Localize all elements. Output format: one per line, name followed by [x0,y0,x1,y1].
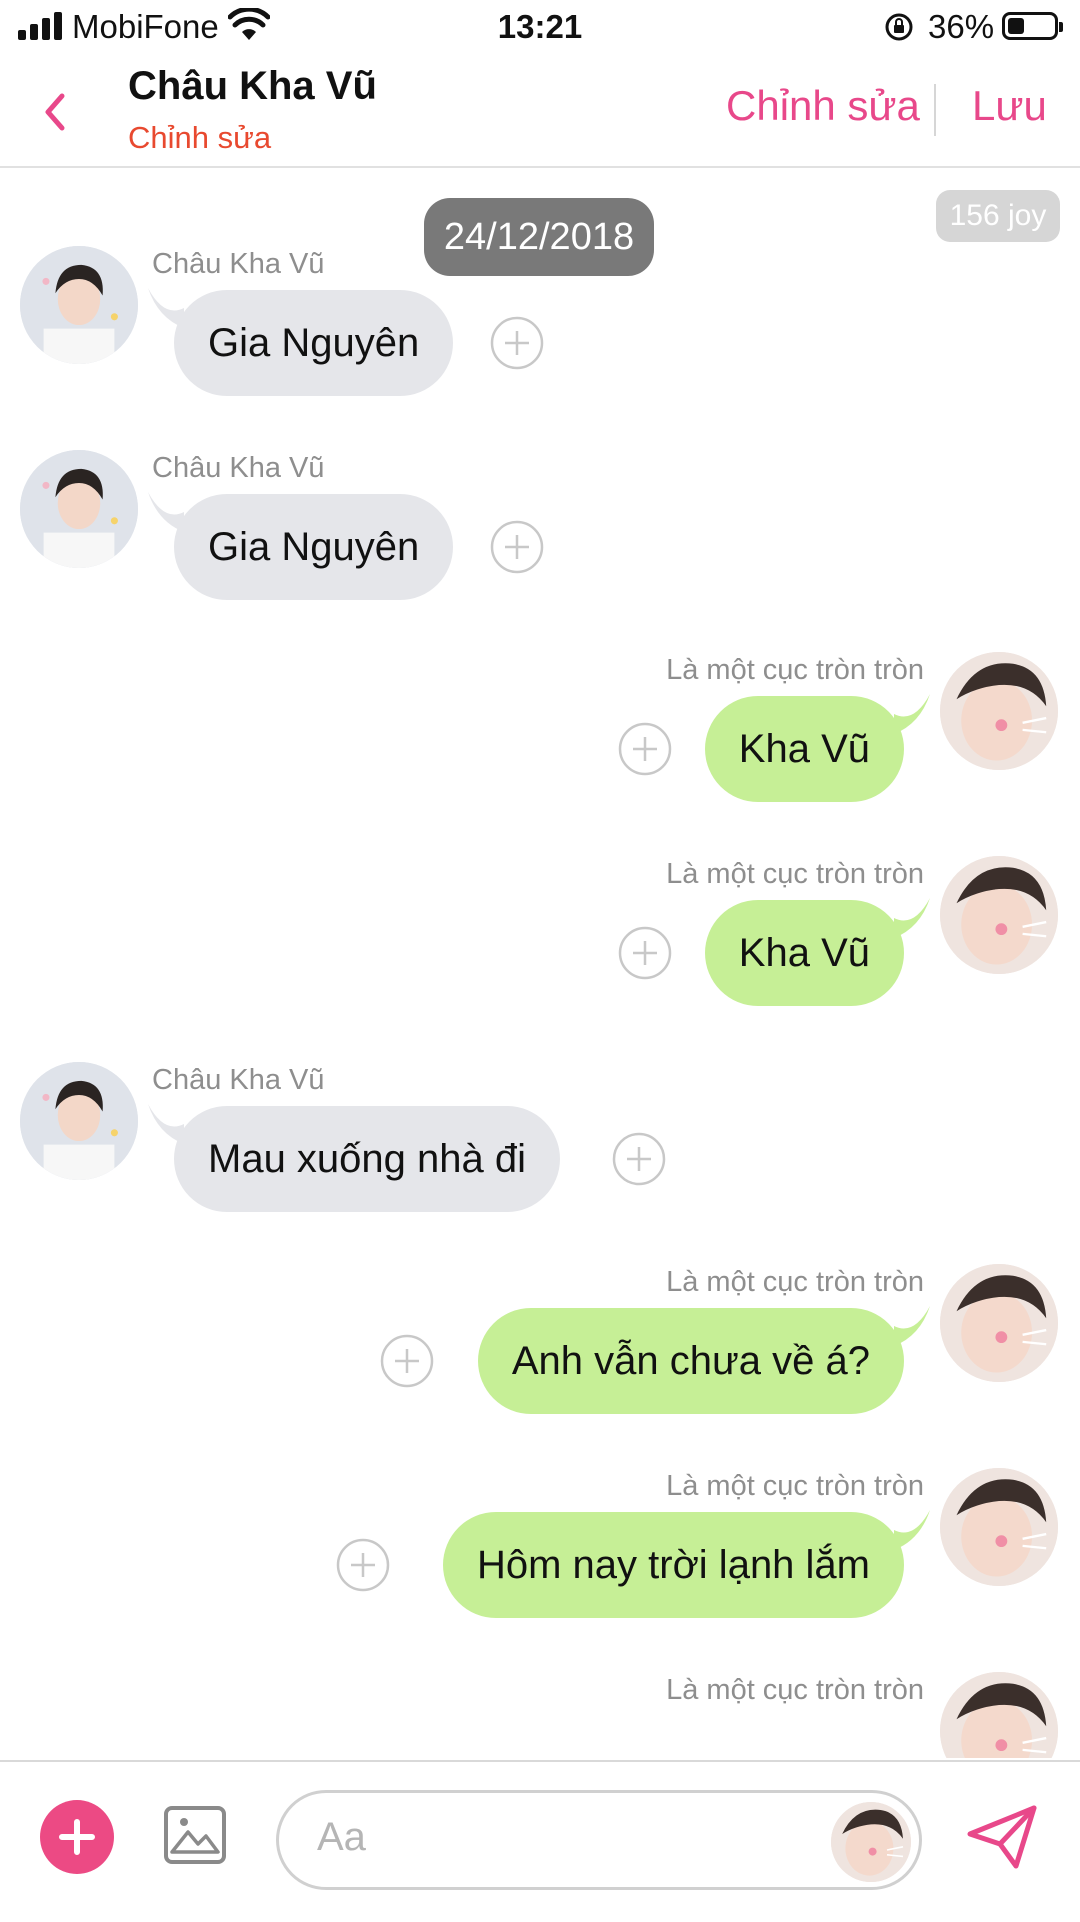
plus-circle-icon[interactable] [618,926,672,980]
plus-circle-icon[interactable] [380,1334,434,1388]
rotation-lock-icon [885,13,913,41]
nav-bar: Châu Kha Vũ Chỉnh sửa Chỉnh sửa Lưu [0,56,1080,168]
sender-name: Châu Kha Vũ [152,248,325,280]
sender-name: Là một cục tròn tròn [666,654,924,686]
message-bubble[interactable]: Mau xuống nhà đi [174,1106,561,1212]
avatar[interactable] [940,1468,1058,1586]
battery-icon [1002,12,1063,40]
avatar-photo [20,450,138,568]
chat-subtitle-edit[interactable]: Chỉnh sửa [128,120,271,156]
message-input-placeholder: Aa [317,1815,366,1859]
message-bubble[interactable]: Hôm nay trời lạnh lắm [442,1512,904,1618]
add-button[interactable] [40,1800,114,1874]
send-icon[interactable] [966,1804,1038,1870]
edit-button[interactable]: Chỉnh sửa [726,82,920,130]
avatar[interactable] [831,1802,911,1882]
composer-bar: Aa [0,1760,1080,1922]
sender-name: Là một cục tròn tròn [666,1266,924,1298]
message-bubble[interactable]: Gia Nguyên [174,290,454,396]
avatar-photo [940,1468,1058,1586]
save-button[interactable]: Lưu [972,82,1047,130]
plus-circle-icon[interactable] [490,316,544,370]
plus-circle-icon[interactable] [336,1538,390,1592]
avatar[interactable] [940,652,1058,770]
avatar-photo [20,246,138,364]
avatar-photo [940,652,1058,770]
avatar[interactable] [940,1264,1058,1382]
plus-icon [59,1819,95,1855]
status-bar: MobiFone 13:21 36% [0,0,1080,56]
image-icon[interactable] [162,1802,228,1868]
sender-name: Là một cục tròn tròn [666,1470,924,1502]
message-bubble[interactable]: Anh vẫn chưa về á? [477,1308,904,1414]
plus-circle-icon[interactable] [618,722,672,776]
date-separator: 24/12/2018 [424,198,654,276]
avatar-photo [831,1802,911,1882]
sender-name: Châu Kha Vũ [152,452,325,484]
avatar[interactable] [20,246,138,364]
avatar[interactable] [940,1672,1058,1758]
battery-percentage: 36% [928,8,995,45]
message-bubble[interactable]: Gia Nguyên [174,494,454,600]
chevron-left-icon[interactable] [36,82,76,142]
avatar[interactable] [20,1062,138,1180]
message-bubble[interactable]: Kha Vũ [704,900,904,1006]
nav-divider [934,84,936,136]
message-input[interactable]: Aa [276,1790,922,1890]
plus-circle-icon[interactable] [490,520,544,574]
avatar[interactable] [940,856,1058,974]
chat-area[interactable]: 24/12/2018 156 joy Châu Kha Vũ Gia Nguyê… [0,168,1080,1758]
sender-name: Là một cục tròn tròn [666,1674,924,1706]
clock: 13:21 [497,8,583,45]
avatar-photo [940,1672,1058,1758]
chat-title: Châu Kha Vũ [128,64,377,108]
plus-circle-icon[interactable] [612,1132,666,1186]
joy-badge: 156 joy [936,190,1060,242]
avatar[interactable] [20,450,138,568]
message-bubble[interactable]: Kha Vũ [704,696,904,802]
avatar-photo [940,1264,1058,1382]
avatar-photo [940,856,1058,974]
sender-name: Là một cục tròn tròn [666,858,924,890]
sender-name: Châu Kha Vũ [152,1064,325,1096]
avatar-photo [20,1062,138,1180]
